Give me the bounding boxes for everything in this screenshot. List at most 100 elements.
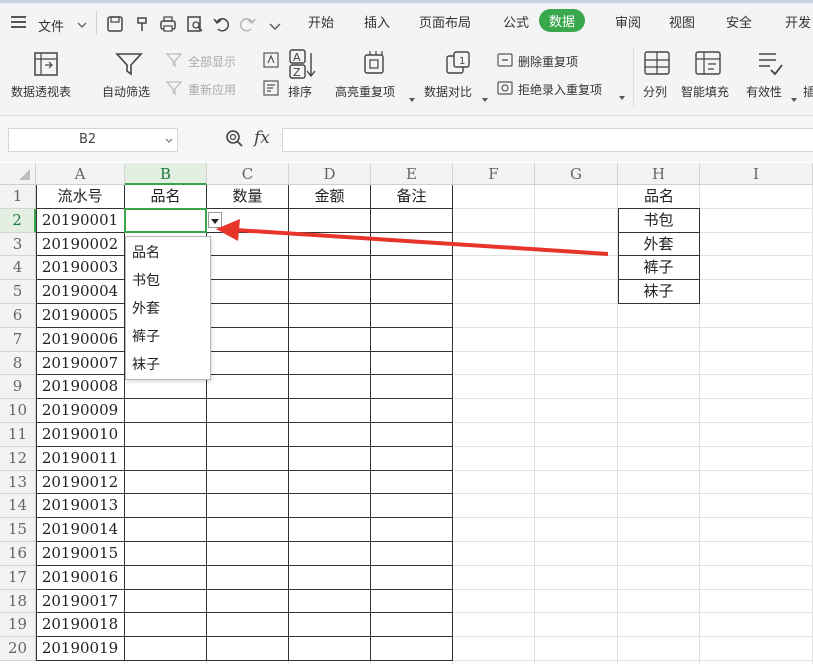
reapply-filter-icon[interactable] [165,80,183,100]
table-cell[interactable] [125,637,207,661]
highlight-dropdown-icon[interactable] [408,88,416,107]
show-all-filter-icon[interactable] [165,52,183,72]
table-cell[interactable] [371,375,453,400]
table-cell[interactable] [207,327,289,352]
sort-descending-icon[interactable] [262,79,280,101]
table-cell[interactable] [125,399,207,423]
lookup-cell[interactable]: 袜子 [618,280,700,304]
table-cell[interactable] [289,446,371,471]
column-header-e[interactable]: E [371,163,453,185]
table-cell[interactable] [125,613,207,638]
table-cell[interactable] [371,470,453,495]
format-painter-icon[interactable] [134,15,152,37]
text-to-columns-button[interactable]: 分列 [643,83,667,100]
table-cell[interactable] [289,280,371,304]
table-cell[interactable] [289,327,371,352]
table-cell[interactable] [371,589,453,614]
row-header-4[interactable]: 4 [0,256,36,281]
lookup-cell[interactable]: 书包 [618,208,700,233]
reject-dropdown-icon[interactable] [618,86,626,105]
serial-cell[interactable]: 20190001 [36,208,125,233]
table-cell[interactable] [207,375,289,400]
tab-2[interactable]: 页面布局 [419,12,471,31]
reject-duplicates-button[interactable]: 拒绝录入重复项 [518,81,602,98]
table-cell[interactable] [289,208,371,233]
table-cell[interactable] [289,423,371,447]
more-ribbon-button[interactable]: 插 [803,83,813,100]
column-header-b[interactable]: B [125,163,207,185]
serial-cell[interactable]: 20190018 [36,613,125,638]
table-cell[interactable] [207,423,289,447]
table-cell[interactable] [207,518,289,542]
table-cell[interactable] [371,327,453,352]
row-header-11[interactable]: 11 [0,423,36,447]
data-compare-icon[interactable]: 1 [444,49,472,81]
table-cell[interactable] [125,494,207,519]
tab-1[interactable]: 插入 [364,12,390,31]
cell-dropdown-button[interactable] [208,211,222,228]
validation-button[interactable]: 有效性 [746,83,782,100]
pivot-table-button[interactable]: 数据透视表 [11,83,71,100]
highlight-duplicates-icon[interactable] [362,49,390,81]
remove-duplicates-button[interactable]: 删除重复项 [518,53,578,70]
header-cell[interactable]: 备注 [371,185,453,209]
name-box-dropdown-icon[interactable] [165,129,173,159]
undo-icon[interactable] [213,15,231,37]
table-cell[interactable] [207,256,289,281]
redo-icon[interactable] [238,15,256,37]
formula-input[interactable] [282,128,813,152]
table-cell[interactable] [125,470,207,495]
table-cell[interactable] [289,232,371,257]
table-cell[interactable] [207,542,289,566]
serial-cell[interactable]: 20190017 [36,589,125,614]
table-cell[interactable] [289,256,371,281]
filter-funnel-icon[interactable] [115,51,143,81]
header-cell[interactable]: 流水号 [36,185,125,209]
table-cell[interactable] [289,399,371,423]
remove-duplicates-icon[interactable] [496,52,514,72]
table-cell[interactable] [371,232,453,257]
table-cell[interactable] [371,208,453,233]
file-menu[interactable]: 文件 [38,16,64,35]
table-cell[interactable] [207,304,289,328]
column-header-a[interactable]: A [36,163,125,185]
table-cell[interactable] [207,589,289,614]
sort-ascending-icon[interactable] [262,51,280,73]
table-cell[interactable] [289,518,371,542]
flash-fill-icon[interactable] [694,50,722,80]
dropdown-option[interactable]: 袜子 [132,354,160,374]
row-header-20[interactable]: 20 [0,637,36,661]
row-header-1[interactable]: 1 [0,185,36,209]
tab-5[interactable]: 审阅 [615,12,641,31]
row-header-3[interactable]: 3 [0,232,36,257]
show-all-button[interactable]: 全部显示 [188,53,236,70]
table-cell[interactable] [371,613,453,638]
table-cell[interactable] [207,565,289,590]
serial-cell[interactable]: 20190003 [36,256,125,281]
row-header-2[interactable]: 2 [0,208,36,233]
serial-cell[interactable]: 20190013 [36,494,125,519]
serial-cell[interactable]: 20190007 [36,351,125,376]
serial-cell[interactable]: 20190015 [36,542,125,566]
table-cell[interactable] [289,542,371,566]
table-cell[interactable] [371,280,453,304]
tab-3[interactable]: 公式 [503,12,529,31]
tab-6[interactable]: 视图 [669,12,695,31]
table-cell[interactable] [207,470,289,495]
table-cell[interactable] [289,375,371,400]
compare-dropdown-icon[interactable] [481,88,489,107]
flash-fill-button[interactable]: 智能填充 [681,83,729,100]
row-header-14[interactable]: 14 [0,494,36,519]
lookup-cell[interactable]: 裤子 [618,256,700,281]
header-cell[interactable]: 数量 [207,185,289,209]
table-cell[interactable] [371,399,453,423]
table-cell[interactable] [289,565,371,590]
row-header-16[interactable]: 16 [0,542,36,566]
serial-cell[interactable]: 20190004 [36,280,125,304]
tab-7[interactable]: 安全 [726,12,752,31]
column-header-g[interactable]: G [535,163,618,185]
tab-0[interactable]: 开始 [308,12,334,31]
reapply-button[interactable]: 重新应用 [188,81,236,98]
table-cell[interactable] [371,637,453,661]
table-cell[interactable] [125,446,207,471]
